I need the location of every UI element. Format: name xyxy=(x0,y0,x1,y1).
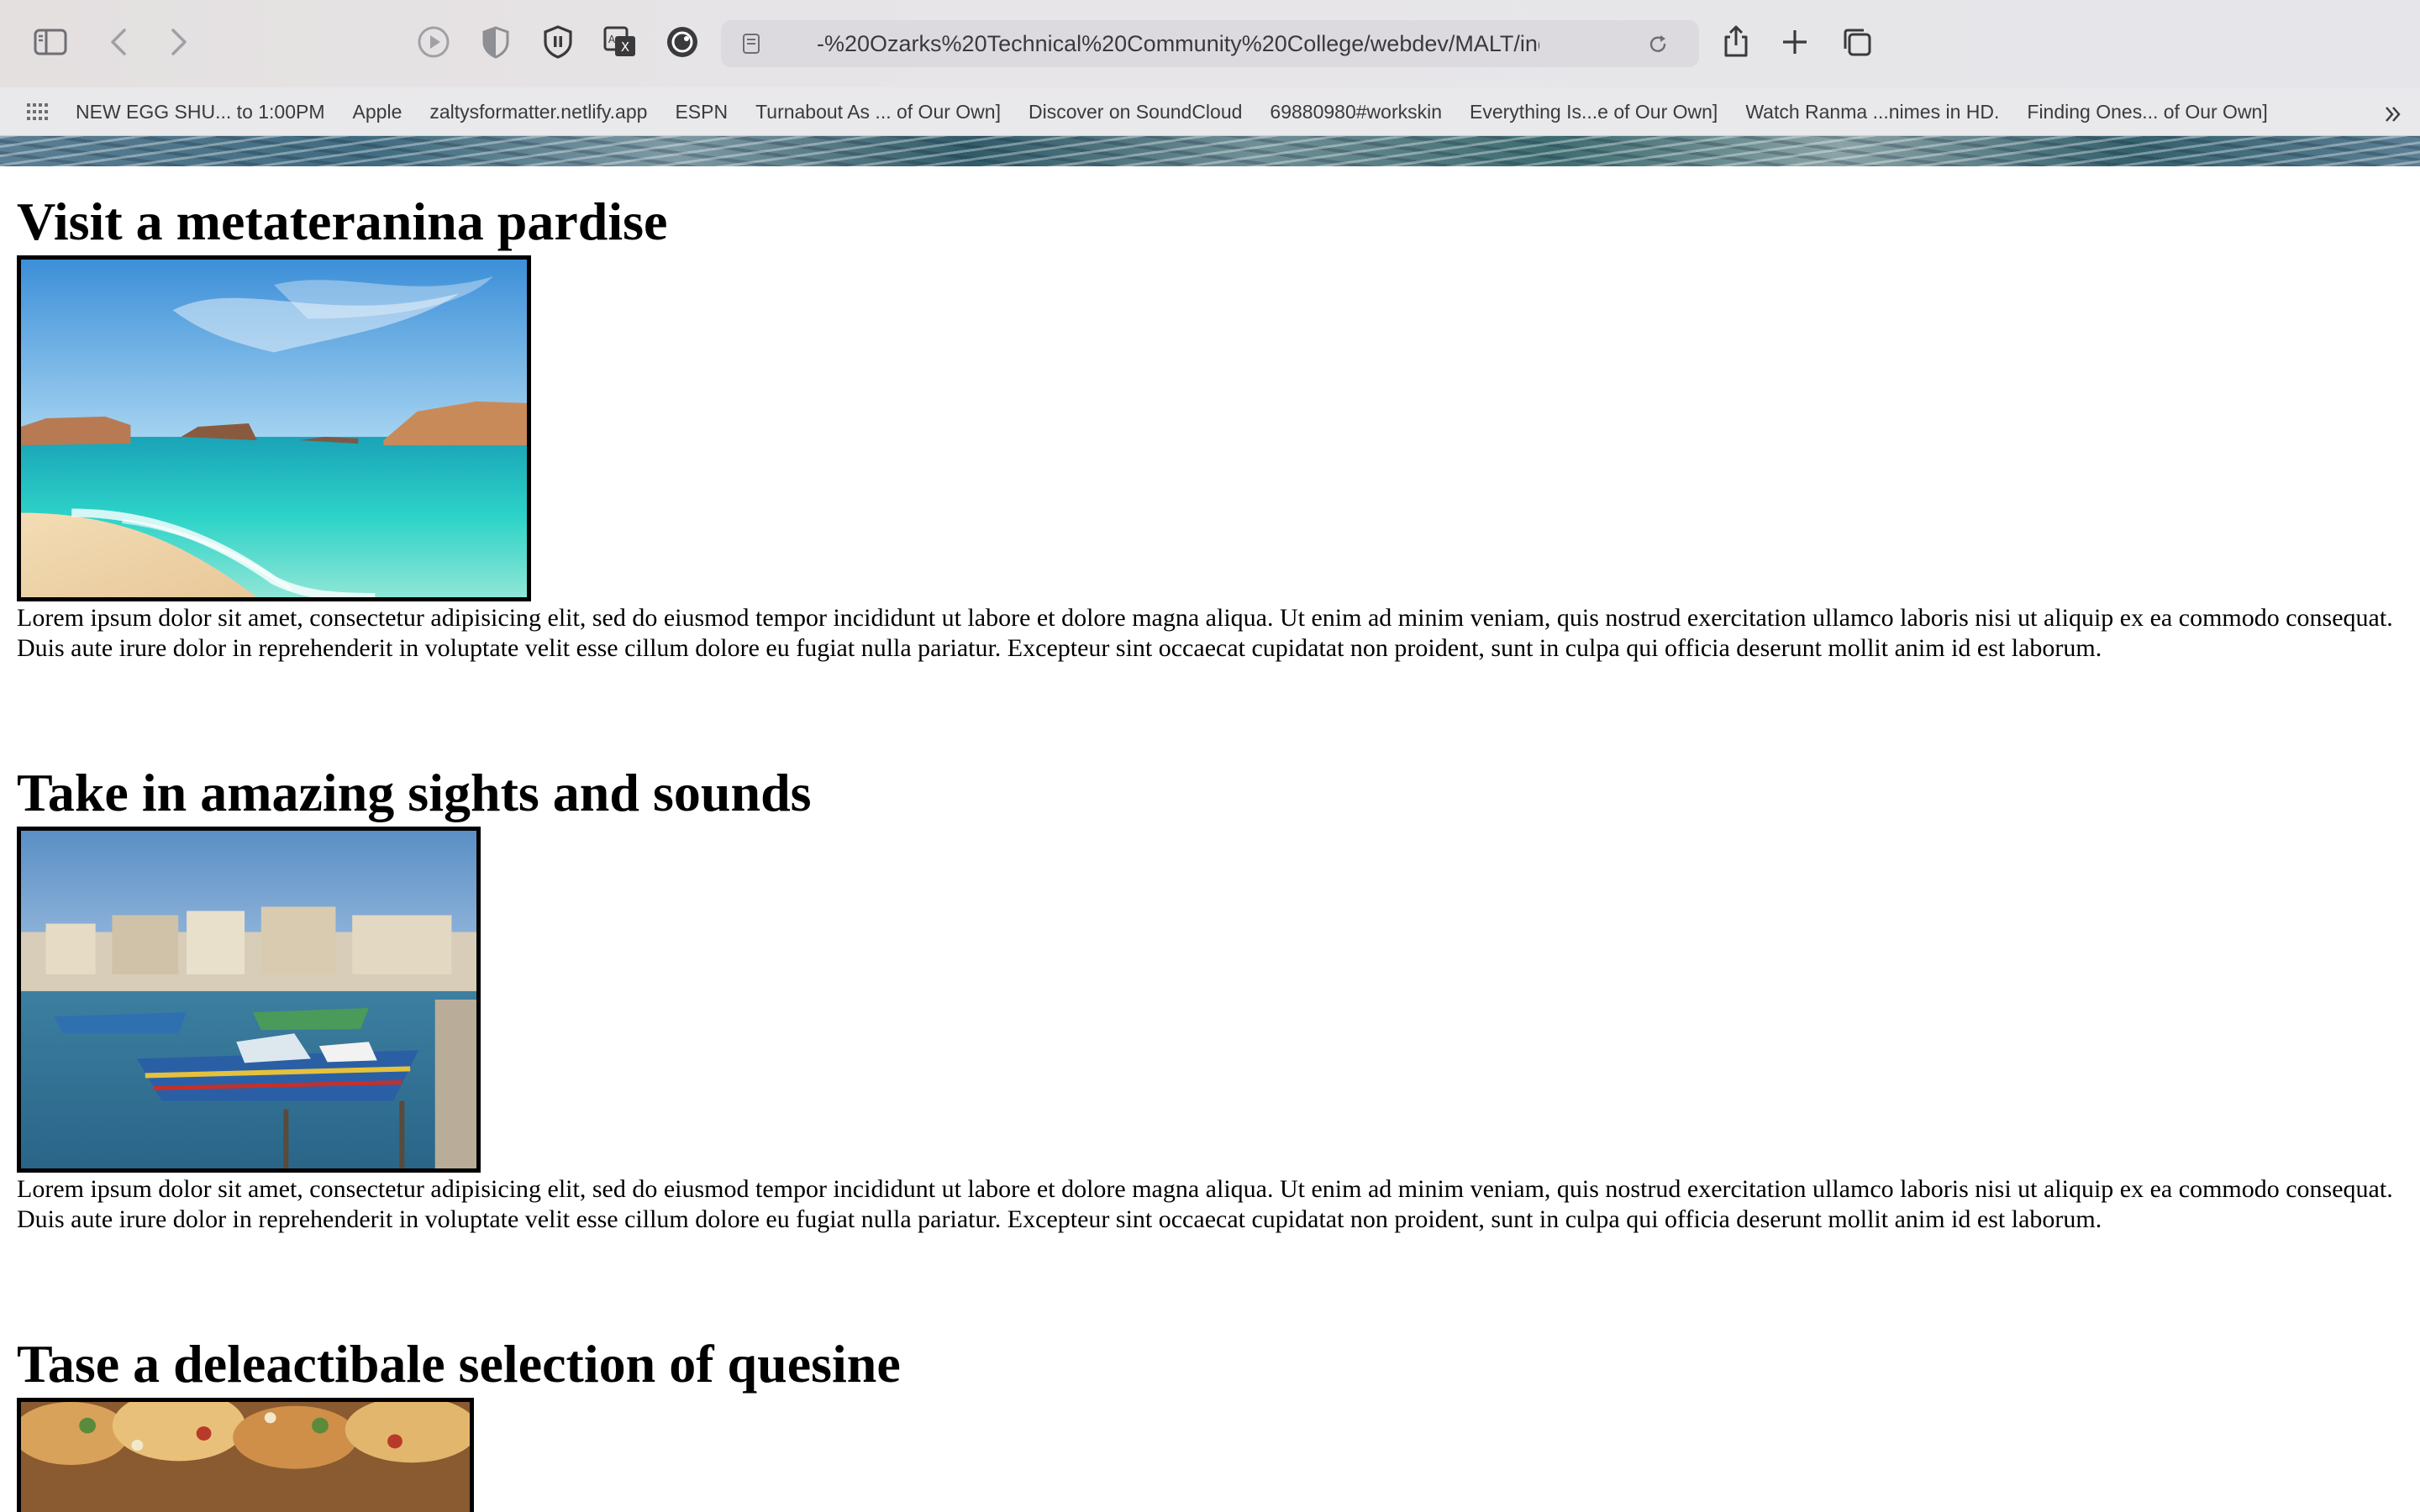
plus-icon[interactable] xyxy=(1775,22,1815,62)
food-photo xyxy=(17,1398,474,1512)
water-banner-image xyxy=(0,136,2420,166)
page-content: Visit a metateranina pardise Lorem ipsum… xyxy=(17,166,2403,1512)
grid-icon[interactable] xyxy=(25,101,49,123)
chevron-left-icon[interactable] xyxy=(99,22,139,62)
extension-icon[interactable] xyxy=(662,22,702,62)
harbor-photo xyxy=(17,827,481,1173)
bookmarks-list: NEW EGG SHU... to 1:00PM Apple zaltysfor… xyxy=(76,87,2296,136)
bookmark-item[interactable]: zaltysformatter.netlify.app xyxy=(429,101,647,123)
sidebar-icon[interactable] xyxy=(30,22,71,62)
bookmark-item[interactable]: 69880980#workskin xyxy=(1270,101,1442,123)
url-text[interactable]: -%20Ozarks%20Technical%20Community%20Col… xyxy=(817,20,1539,67)
bookmarks-bar: NEW EGG SHU... to 1:00PM Apple zaltysfor… xyxy=(0,87,2420,136)
double-chevron-right-icon[interactable] xyxy=(2381,102,2405,126)
section-title: Take in amazing sights and sounds xyxy=(17,763,812,822)
tab-overview-icon[interactable] xyxy=(1837,22,1877,62)
bookmark-item[interactable]: Everything Is...e of Our Own] xyxy=(1470,101,1718,123)
browser-toolbar: XA -%20Ozarks%20Technical%20Community%20… xyxy=(0,0,2420,87)
beach-photo xyxy=(17,255,531,601)
section-paragraph: Lorem ipsum dolor sit amet, consectetur … xyxy=(17,604,2393,662)
bookmark-item[interactable]: Finding Ones... of Our Own] xyxy=(2027,101,2267,123)
bookmark-item[interactable]: Watch Ranma ...nimes in HD. xyxy=(1745,101,1999,123)
chevron-right-icon[interactable] xyxy=(158,22,198,62)
bookmark-item[interactable]: Discover on SoundCloud xyxy=(1028,101,1242,123)
bookmark-item[interactable]: NEW EGG SHU... to 1:00PM xyxy=(76,101,325,123)
bookmark-item[interactable]: ESPN xyxy=(675,101,728,123)
translate-icon[interactable]: XA xyxy=(600,22,640,62)
section-title: Tase a deleactibale selection of quesine xyxy=(17,1334,901,1394)
address-bar[interactable]: -%20Ozarks%20Technical%20Community%20Col… xyxy=(721,20,1699,67)
svg-text:X: X xyxy=(621,39,629,55)
page-icon xyxy=(739,32,763,55)
section-title: Visit a metateranina pardise xyxy=(17,192,668,251)
share-icon[interactable] xyxy=(1716,22,1756,62)
bookmark-item[interactable]: Apple xyxy=(353,101,402,123)
bookmark-item[interactable]: Turnabout As ... of Our Own] xyxy=(755,101,1001,123)
extension-shield-icon[interactable] xyxy=(538,22,578,62)
play-icon[interactable] xyxy=(413,22,454,62)
reload-icon[interactable] xyxy=(1645,32,1670,57)
privacy-shield-icon[interactable] xyxy=(476,22,516,62)
section-paragraph: Lorem ipsum dolor sit amet, consectetur … xyxy=(17,1175,2393,1233)
svg-text:A: A xyxy=(608,34,616,45)
